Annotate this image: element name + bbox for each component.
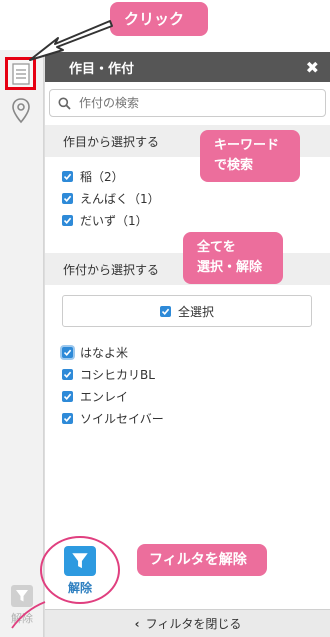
keyword-search-callout: キーワード で検索 [200,130,300,182]
footer-label: フィルタを閉じる [145,617,242,631]
close-filter-button[interactable]: ‹ フィルタを閉じる [45,609,330,637]
pointer-line [11,601,46,629]
checkbox[interactable] [62,368,73,380]
checkbox[interactable] [62,346,73,358]
chevron-left-icon: ‹ [134,616,140,631]
close-icon[interactable]: ✖ [306,58,319,77]
item-label: はなよ米 [80,345,129,360]
list-item[interactable]: ソイルセイバー [62,407,330,429]
arrow-pointer-icon [29,20,113,61]
callout-line: 全てを [197,240,236,255]
select-all-label: 全選択 [177,304,214,319]
callout-line: で検索 [214,158,254,173]
select-all-button[interactable]: 全選択 [62,295,312,327]
clear-filter-callout: フィルタを解除 [137,544,267,576]
map-pin-icon[interactable] [11,98,31,124]
list-item[interactable]: エンレイ [62,385,330,407]
callout-line: キーワード [214,138,280,153]
search-icon [58,97,71,110]
checkbox[interactable] [62,412,73,424]
item-label: ソイルセイバー [80,411,164,426]
item-label: だいず（1） [80,213,148,228]
search-box[interactable] [49,89,326,117]
click-callout: クリック [110,2,208,36]
highlight-ring [40,536,120,604]
select-all-callout: 全てを 選択・解除 [183,232,283,284]
item-label: エンレイ [80,389,129,404]
list-item[interactable]: だいず（1） [62,209,330,231]
list-item[interactable]: はなよ米 [62,341,330,363]
checkbox[interactable] [62,214,73,226]
checkbox[interactable] [62,390,73,402]
checkbox [159,305,171,317]
item-label: コシヒカリBL [80,367,155,382]
search-input[interactable] [77,95,301,111]
checkbox[interactable] [62,170,73,182]
item-label: えんばく（1） [80,191,160,206]
list-item[interactable]: コシヒカリBL [62,363,330,385]
plantings-list: はなよ米 コシヒカリBL エンレイ ソイルセイバー [45,327,330,429]
list-item[interactable]: えんばく（1） [62,187,330,209]
checkbox[interactable] [62,192,73,204]
item-label: 稲（2） [80,169,124,184]
sidebar [0,50,44,637]
callout-line: 選択・解除 [197,260,263,275]
